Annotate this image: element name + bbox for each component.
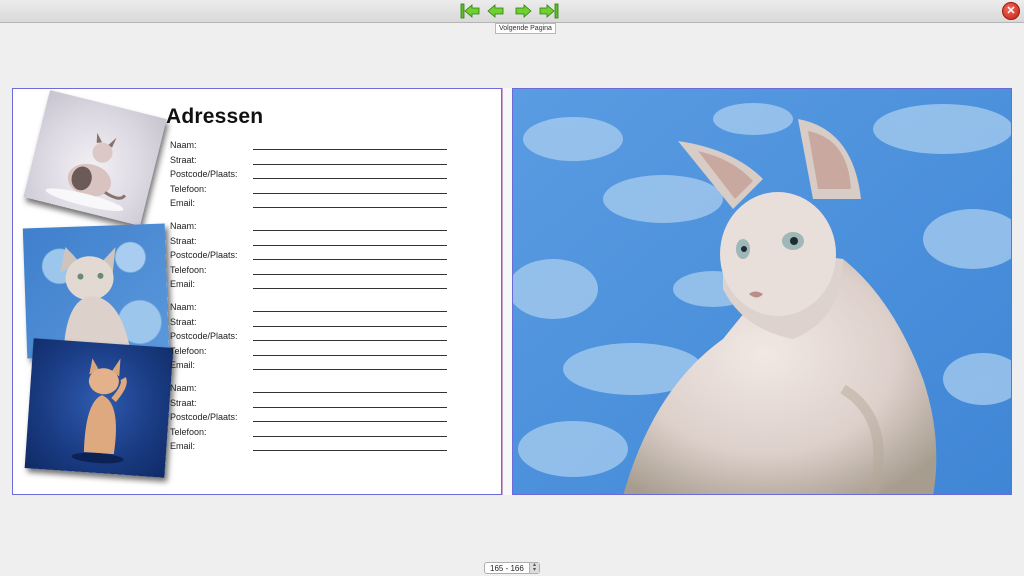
form-label: Naam: <box>170 221 197 231</box>
form-label: Email: <box>170 279 196 290</box>
right-page <box>512 88 1012 495</box>
form-line[interactable] <box>253 149 447 150</box>
page-gutter <box>502 88 512 495</box>
form-label: Postcode/Plaats: <box>170 331 238 342</box>
toolbar: ✕ <box>0 0 1024 23</box>
form-label: Email: <box>170 360 196 371</box>
last-page-arrow-icon <box>539 3 559 19</box>
form-label: Telefoon: <box>170 426 207 437</box>
first-page-arrow-icon <box>460 3 480 19</box>
form-line[interactable] <box>253 259 447 261</box>
form-label: Postcode/Plaats: <box>170 250 238 261</box>
form-line[interactable] <box>253 369 447 371</box>
last-page-button[interactable] <box>539 2 559 20</box>
form-label: Telefoon: <box>170 264 207 275</box>
form-label: Naam: <box>170 383 197 393</box>
form-line[interactable] <box>253 392 447 393</box>
form-line[interactable] <box>253 311 447 312</box>
form-line[interactable] <box>253 354 447 356</box>
page-number-selector[interactable]: 165 - 166 ▴ ▾ <box>484 562 540 574</box>
page-range: 165 - 166 <box>490 564 524 573</box>
form-line[interactable] <box>253 288 447 290</box>
form-label: Straat: <box>170 316 197 327</box>
left-arrow-icon <box>487 4 504 18</box>
form-line[interactable] <box>253 325 447 327</box>
form-line[interactable] <box>253 178 447 180</box>
form-label: Postcode/Plaats: <box>170 412 238 423</box>
form-label: Telefoon: <box>170 183 207 194</box>
first-page-button[interactable] <box>460 2 480 20</box>
form-label: Email: <box>170 441 196 452</box>
form-line[interactable] <box>253 421 447 423</box>
form-line[interactable] <box>253 192 447 194</box>
form-label: Email: <box>170 198 196 209</box>
form-label: Naam: <box>170 140 197 150</box>
close-button[interactable]: ✕ <box>1002 2 1020 20</box>
form-label: Straat: <box>170 154 197 165</box>
form-line[interactable] <box>253 435 447 437</box>
page-title: Adressen <box>166 105 264 128</box>
next-page-button[interactable] <box>513 2 533 20</box>
form-line[interactable] <box>253 273 447 275</box>
form-line[interactable] <box>253 230 447 231</box>
form-label: Naam: <box>170 302 197 312</box>
close-icon: ✕ <box>1006 5 1016 17</box>
form-label: Telefoon: <box>170 345 207 356</box>
form-line[interactable] <box>253 244 447 246</box>
right-arrow-icon <box>515 4 532 18</box>
sphynx-cat-portrait-photo <box>513 89 1011 494</box>
sphynx-cat-blue-backdrop-photo <box>24 338 174 478</box>
form-line[interactable] <box>253 340 447 342</box>
form-label: Straat: <box>170 235 197 246</box>
form-label: Postcode/Plaats: <box>170 169 238 180</box>
tooltip: Volgende Pagina <box>495 23 556 34</box>
sphynx-kitten-photo <box>23 90 167 226</box>
stepper-arrows-icon[interactable]: ▴ ▾ <box>529 562 539 573</box>
left-page: Adressen Naam: Straat: Postcode/Plaats: … <box>12 88 502 495</box>
form-line[interactable] <box>253 207 447 209</box>
form-label: Straat: <box>170 397 197 408</box>
form-line[interactable] <box>253 450 447 452</box>
form-line[interactable] <box>253 406 447 408</box>
form-line[interactable] <box>253 163 447 165</box>
previous-page-button[interactable] <box>486 2 506 20</box>
